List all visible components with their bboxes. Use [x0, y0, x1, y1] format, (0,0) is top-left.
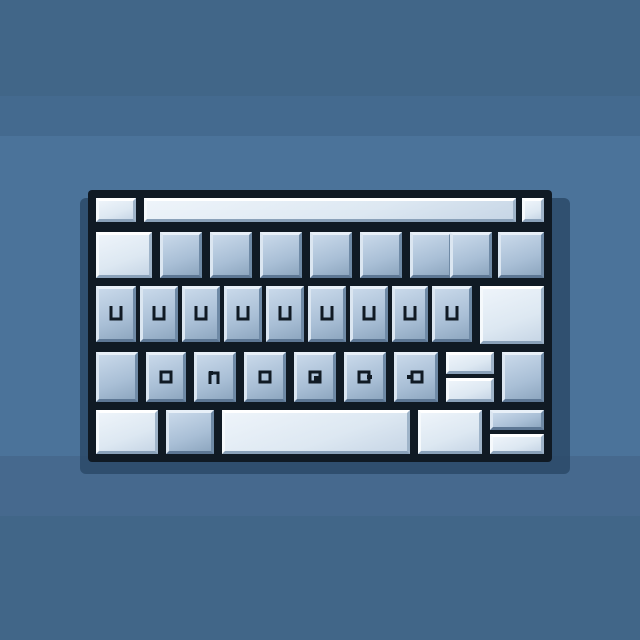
space-bar — [144, 198, 516, 222]
dot-glyph-icon — [407, 370, 424, 384]
background-band-top — [0, 0, 640, 96]
key — [502, 352, 544, 402]
dot-glyph-icon — [258, 370, 272, 384]
key — [260, 232, 302, 278]
split-key — [490, 410, 544, 430]
dot-glyph-key — [244, 352, 286, 402]
space-bar — [222, 410, 410, 454]
split-key — [490, 434, 544, 454]
split-key — [446, 352, 494, 374]
u-glyph-icon — [194, 306, 208, 321]
u-glyph-icon — [278, 306, 292, 321]
key — [410, 232, 452, 278]
key — [310, 232, 352, 278]
key — [360, 232, 402, 278]
enter-key — [480, 286, 544, 344]
dot-glyph-icon — [308, 370, 322, 384]
u-glyph-icon — [109, 306, 123, 321]
key — [96, 410, 158, 454]
key — [96, 232, 152, 278]
u-glyph-icon — [403, 306, 417, 321]
u-glyph-key — [350, 286, 388, 342]
dot-glyph-icon — [159, 370, 173, 384]
dot-glyph-icon — [357, 370, 372, 384]
arch-glyph-key — [194, 352, 236, 402]
key — [166, 410, 214, 454]
key — [96, 198, 136, 222]
dot-glyph-key — [294, 352, 336, 402]
u-glyph-key — [392, 286, 428, 342]
arch-glyph-icon — [208, 371, 220, 384]
dot-glyph-key — [344, 352, 386, 402]
key — [522, 198, 544, 222]
u-glyph-icon — [362, 306, 376, 321]
keyboard-icon — [88, 190, 552, 462]
u-glyph-key — [432, 286, 472, 342]
u-glyph-key — [266, 286, 304, 342]
key — [418, 410, 482, 454]
key — [498, 232, 544, 278]
u-glyph-icon — [152, 306, 166, 321]
background-band-bottom — [0, 516, 640, 640]
u-glyph-key — [224, 286, 262, 342]
u-glyph-key — [308, 286, 346, 342]
u-glyph-icon — [445, 306, 459, 321]
split-key — [446, 378, 494, 402]
key — [96, 352, 138, 402]
key — [160, 232, 202, 278]
background-band-upper — [0, 96, 640, 136]
key — [450, 232, 492, 278]
u-glyph-key — [140, 286, 178, 342]
u-glyph-icon — [320, 306, 334, 321]
key — [210, 232, 252, 278]
u-glyph-icon — [236, 306, 250, 321]
u-glyph-key — [182, 286, 220, 342]
u-glyph-key — [96, 286, 136, 342]
dot-glyph-key — [394, 352, 438, 402]
dot-glyph-key — [146, 352, 186, 402]
